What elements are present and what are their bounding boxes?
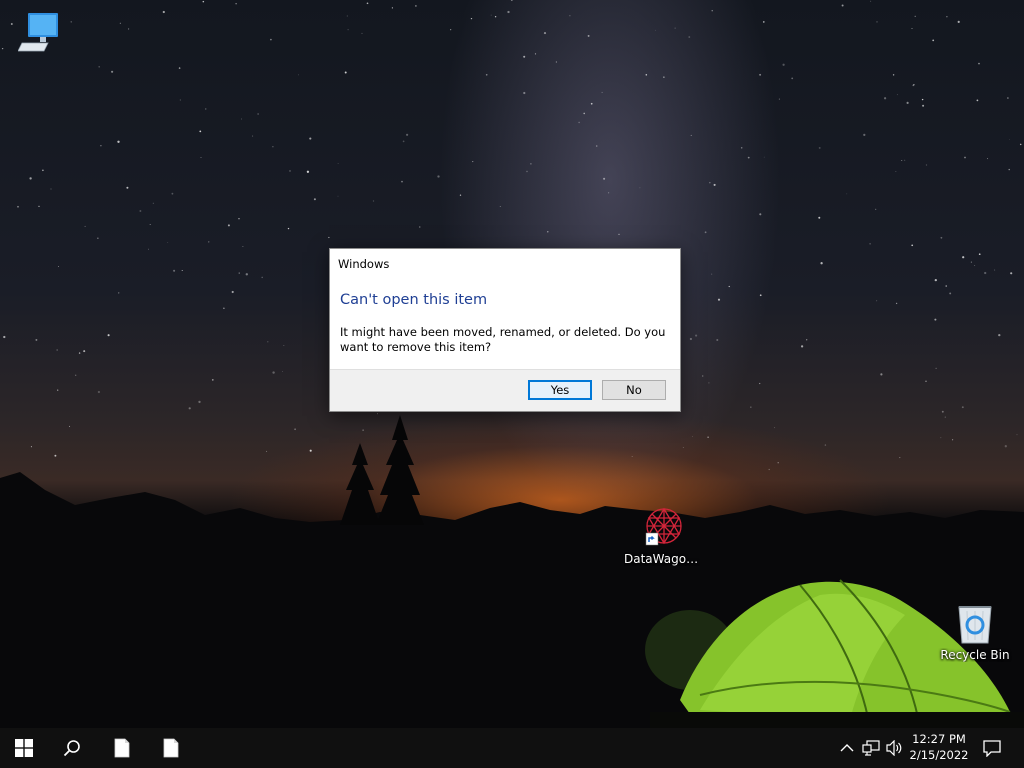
file-icon [163,738,179,758]
file-icon [114,738,130,758]
dialog-heading: Can't open this item [340,292,488,308]
desktop-icon-label: Recycle Bin [940,648,1010,662]
app-shortcut-icon [645,507,682,546]
computer-icon [18,13,58,52]
search-icon [63,740,80,757]
taskbar-app-file-2[interactable] [147,728,195,768]
volume-icon[interactable] [886,740,904,756]
tree-silhouette [340,443,380,525]
yes-button[interactable]: Yes [528,380,592,400]
search-button[interactable] [48,728,96,768]
clock-date: 2/15/2022 [909,748,969,762]
error-dialog: Windows Can't open this item It might ha… [329,248,681,412]
clock-time: 12:27 PM [912,732,966,746]
no-button[interactable]: No [602,380,666,400]
desktop-icon-label: DataWagon... [624,552,700,566]
chevron-up-icon[interactable] [840,742,854,754]
desktop-icon-computer[interactable] [2,10,78,57]
taskbar-app-file-1[interactable] [98,728,146,768]
desktop-icon-recycle-bin[interactable]: Recycle Bin [937,603,1013,662]
recycle-bin-icon [958,606,992,644]
taskbar: 12:27 PM 2/15/2022 [0,728,1024,768]
notification-icon[interactable] [983,739,1001,757]
tree-silhouette [376,415,424,525]
dialog-title: Windows [338,257,390,271]
network-icon[interactable] [862,740,880,756]
start-button[interactable] [0,728,48,768]
windows-start-icon [15,739,33,757]
desktop-icon-datawagon-shortcut[interactable]: DataWagon... [624,505,700,566]
dialog-button-bar: Yes No [330,369,680,411]
taskbar-clock[interactable]: 12:27 PM 2/15/2022 [904,731,974,763]
dialog-message: It might have been moved, renamed, or de… [340,325,666,354]
